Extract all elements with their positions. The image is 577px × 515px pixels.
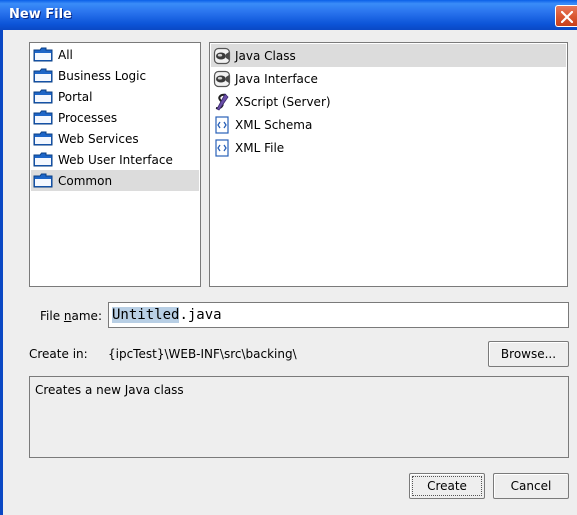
create-button[interactable]: Create [409,473,485,499]
category-item[interactable]: Portal [31,86,199,107]
title-bar[interactable]: New File [0,0,577,30]
category-item[interactable]: Business Logic [31,65,199,86]
category-label: Business Logic [58,68,147,83]
xml-file-icon [215,138,229,157]
category-label: Common [58,173,113,188]
category-label: Web Services [58,131,139,146]
file-type-item[interactable]: XML Schema [211,113,566,136]
folder-icon [33,152,53,167]
new-file-dialog: New File All Business Logic Portal Processe… [0,0,577,515]
java-class-icon [213,47,231,64]
file-type-item[interactable]: Java Class [211,44,566,67]
java-interface-icon [213,70,231,87]
file-name-label: File name: [40,309,102,323]
create-in-label: Create in: [29,347,88,361]
file-type-label: Java Interface [235,71,318,86]
file-type-label: Java Class [235,48,296,63]
folder-icon [33,89,53,104]
folder-icon [33,110,53,125]
file-type-item[interactable]: XScript (Server) [211,90,566,113]
create-button-label: Create [427,479,467,493]
category-label: All [58,47,73,62]
description-box: Creates a new Java class [29,376,569,458]
cancel-button[interactable]: Cancel [493,473,569,499]
file-type-label: XML File [235,140,285,155]
category-item[interactable]: Web Services [31,128,199,149]
category-list[interactable]: All Business Logic Portal Processes Web Serv… [29,42,201,287]
xscript-icon [215,92,229,111]
file-type-item[interactable]: XML File [211,136,566,159]
category-item[interactable]: All [31,44,199,65]
file-name-input[interactable]: Untitled .java [108,302,569,328]
file-type-label: XML Schema [235,117,313,132]
create-in-path: {ipcTest}\WEB-INF\src\backing\ [108,347,297,361]
category-item[interactable]: Web User Interface [31,149,199,170]
category-item[interactable]: Processes [31,107,199,128]
file-type-list[interactable]: Java Class Java Interface XScript (Server)… [209,42,568,287]
close-button[interactable] [555,5,577,27]
folder-icon [33,173,53,188]
category-item[interactable]: Common [31,170,199,191]
category-label: Portal [58,89,93,104]
file-name-selected-text: Untitled [112,307,180,323]
file-type-item[interactable]: Java Interface [211,67,566,90]
folder-icon [33,68,53,83]
window-title: New File [9,7,72,22]
xml-schema-icon [215,115,229,134]
category-label: Web User Interface [58,152,173,167]
description-text: Creates a new Java class [35,383,184,397]
close-icon [561,11,573,23]
browse-button[interactable]: Browse... [488,341,569,367]
folder-icon [33,47,53,62]
folder-icon [33,131,53,146]
file-name-extension: .java [179,307,222,323]
category-label: Processes [58,110,118,125]
file-type-label: XScript (Server) [235,94,331,109]
